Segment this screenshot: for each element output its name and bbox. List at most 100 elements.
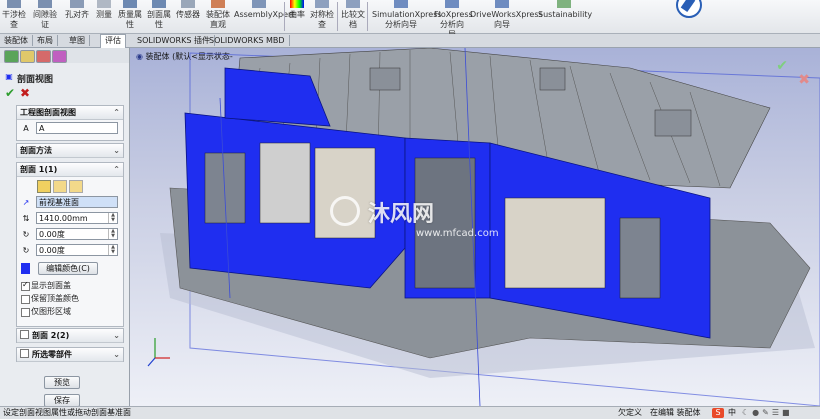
compare-icon — [346, 0, 360, 8]
section-method-group: 剖面方法 ⌄ — [16, 143, 124, 158]
cavity — [204, 152, 246, 224]
simxpress-icon — [394, 0, 408, 8]
tab-evaluate[interactable]: 评估 — [100, 34, 126, 48]
simulationxpress-button[interactable]: SimulationXpress 分析向导 — [372, 0, 442, 33]
asmxpert-icon — [252, 0, 266, 8]
group-header[interactable]: 所选零部件 ⌄ — [17, 348, 123, 362]
solidworks-wheel-icon[interactable] — [676, 0, 702, 18]
section-properties-button[interactable]: 剖面属性 — [147, 0, 171, 33]
interference-icon — [7, 0, 21, 8]
triad-z — [147, 357, 156, 367]
command-manager-toolbar: 干涉检查 间隙验证 孔对齐 测量 质量属性 剖面属性 传感器 装配体 直观 Ass… — [0, 0, 820, 39]
offset-distance-field[interactable]: 1410.00mm ▲ ▼ — [36, 212, 118, 224]
x-rotation-icon: ↻ — [22, 230, 30, 239]
section-color-swatch — [21, 263, 30, 274]
tab-solidworks-addins[interactable]: SOLIDWORKS 插件 — [133, 35, 215, 46]
compare-documents-button[interactable]: 比较文档 — [341, 0, 365, 33]
clearance-icon — [38, 0, 52, 8]
edit-color-button[interactable]: 编辑颜色(C) — [38, 262, 98, 275]
interference-check-button[interactable]: 干涉检查 — [2, 0, 26, 33]
reference-plane-field[interactable]: 前视基准面 — [36, 196, 118, 208]
x-rotation-spinner-icon[interactable]: ▲ ▼ — [108, 229, 117, 239]
x-rotation-field[interactable]: 0.00度 ▲ ▼ — [36, 228, 118, 240]
curvature-button[interactable]: 曲率 — [288, 0, 306, 33]
curvature-icon — [290, 0, 304, 8]
driveworksxpress-button[interactable]: DriveWorksXpress 向导 — [470, 0, 543, 33]
tab-sketch[interactable]: 草图 — [65, 35, 90, 46]
offset-icon: ⇅ — [22, 214, 30, 223]
confirm-corner-cancel-icon[interactable]: ✖ — [798, 72, 810, 88]
group-header[interactable]: 剖面 2(2) ⌄ — [17, 329, 123, 343]
selected-parts-group: 所选零部件 ⌄ — [16, 347, 124, 362]
tray-icons[interactable]: ☾●✎☰■ — [742, 407, 793, 419]
ok-icon[interactable]: ✔ — [5, 86, 15, 100]
section2-checkbox[interactable] — [20, 330, 29, 339]
input-method-icon[interactable]: S — [712, 408, 724, 418]
section-label-field[interactable]: A — [36, 122, 118, 134]
watermark-text: 沐风网 — [368, 202, 435, 227]
graphics-area-only-checkbox[interactable] — [21, 308, 30, 317]
confirm-corner-ok-icon[interactable]: ✔ — [776, 58, 788, 74]
clamp — [654, 109, 692, 137]
floxpress-icon — [445, 0, 459, 8]
group-header[interactable]: 剖面 1(1) ⌃ — [17, 163, 123, 177]
config-manager-tab-icon[interactable] — [36, 50, 51, 63]
zone-type-icon[interactable] — [69, 180, 83, 193]
hole-alignment-button[interactable]: 孔对齐 — [63, 0, 91, 33]
y-rotation-spinner-icon[interactable]: ▲ ▼ — [108, 245, 117, 255]
graphics-area-only-label: 仅图形区域 — [31, 307, 71, 316]
chevron-up-icon[interactable]: ⌃ — [113, 106, 120, 119]
cancel-icon[interactable]: ✖ — [20, 86, 30, 100]
model-section-view[interactable] — [130, 48, 820, 406]
group-header[interactable]: 工程图剖面视图 ⌃ — [17, 106, 123, 120]
group-header[interactable]: 剖面方法 ⌄ — [17, 144, 123, 158]
symmetry-icon — [315, 0, 329, 8]
assembly-visualization-button[interactable]: 装配体 直观 — [205, 0, 231, 33]
status-undefined: 欠定义 — [618, 408, 642, 417]
driveworks-icon — [495, 0, 509, 8]
assemblyxpert-button[interactable]: AssemblyXpert — [234, 0, 294, 33]
watermark-logo-icon — [330, 196, 360, 226]
chevron-up-icon[interactable]: ⌃ — [113, 163, 120, 176]
measure-button[interactable]: 测量 — [94, 0, 114, 33]
section2-group: 剖面 2(2) ⌄ — [16, 328, 124, 343]
reference-plane-icon: ↗ — [22, 198, 30, 207]
face-type-icon[interactable] — [53, 180, 67, 193]
tab-assembly[interactable]: 装配体 — [0, 35, 33, 46]
cavity — [619, 217, 661, 299]
property-manager-tab-icon[interactable] — [20, 50, 35, 63]
show-cap-label: 显示剖面盖 — [31, 281, 71, 290]
show-cap-checkbox[interactable]: ✓ — [21, 280, 30, 291]
hole-align-icon — [70, 0, 84, 8]
graphics-viewport[interactable]: ◉ 装配体 (默认<显示状态- 沐风网 www.mfcad.com ✔ ✖ — [130, 48, 820, 406]
watermark-url: www.mfcad.com — [416, 228, 499, 239]
sustainability-button[interactable]: Sustainability — [538, 0, 592, 33]
tab-layout[interactable]: 布局 — [33, 35, 58, 46]
floxpress-button[interactable]: FloXpress分析向导 — [434, 0, 473, 39]
display-manager-tab-icon[interactable] — [52, 50, 67, 63]
sensor-button[interactable]: 传感器 — [174, 0, 202, 33]
feature-tree-tab-icon[interactable] — [4, 50, 19, 63]
chevron-down-icon[interactable]: ⌄ — [113, 144, 120, 157]
label-icon: A — [23, 124, 29, 133]
chevron-down-icon[interactable]: ⌄ — [113, 329, 120, 342]
keep-top-color-checkbox[interactable] — [21, 295, 30, 304]
measure-icon — [97, 0, 111, 8]
tab-solidworks-mbd[interactable]: SOLIDWORKS MBD — [205, 35, 290, 46]
clamp — [369, 67, 401, 91]
input-method-lang[interactable]: 中 — [728, 407, 736, 419]
drawing-section-group: 工程图剖面视图 ⌃ A A — [16, 105, 124, 141]
mass-properties-button[interactable]: 质量属性 — [118, 0, 142, 33]
selected-parts-checkbox[interactable] — [20, 349, 29, 358]
chevron-down-icon[interactable]: ⌄ — [113, 348, 120, 361]
y-rotation-field[interactable]: 0.00度 ▲ ▼ — [36, 244, 118, 256]
symmetry-check-button[interactable]: 对称检查 — [310, 0, 334, 33]
cavity — [504, 197, 606, 289]
asm-visual-icon — [211, 0, 225, 8]
clearance-verify-button[interactable]: 间隙验证 — [32, 0, 58, 33]
offset-spinner-icon[interactable]: ▲ ▼ — [108, 213, 117, 223]
panel-title: 剖面视图 — [17, 75, 54, 85]
panel-tab-strip — [0, 48, 129, 63]
preview-button[interactable]: 预览 — [44, 376, 80, 389]
plane-type-icon[interactable] — [37, 180, 51, 193]
